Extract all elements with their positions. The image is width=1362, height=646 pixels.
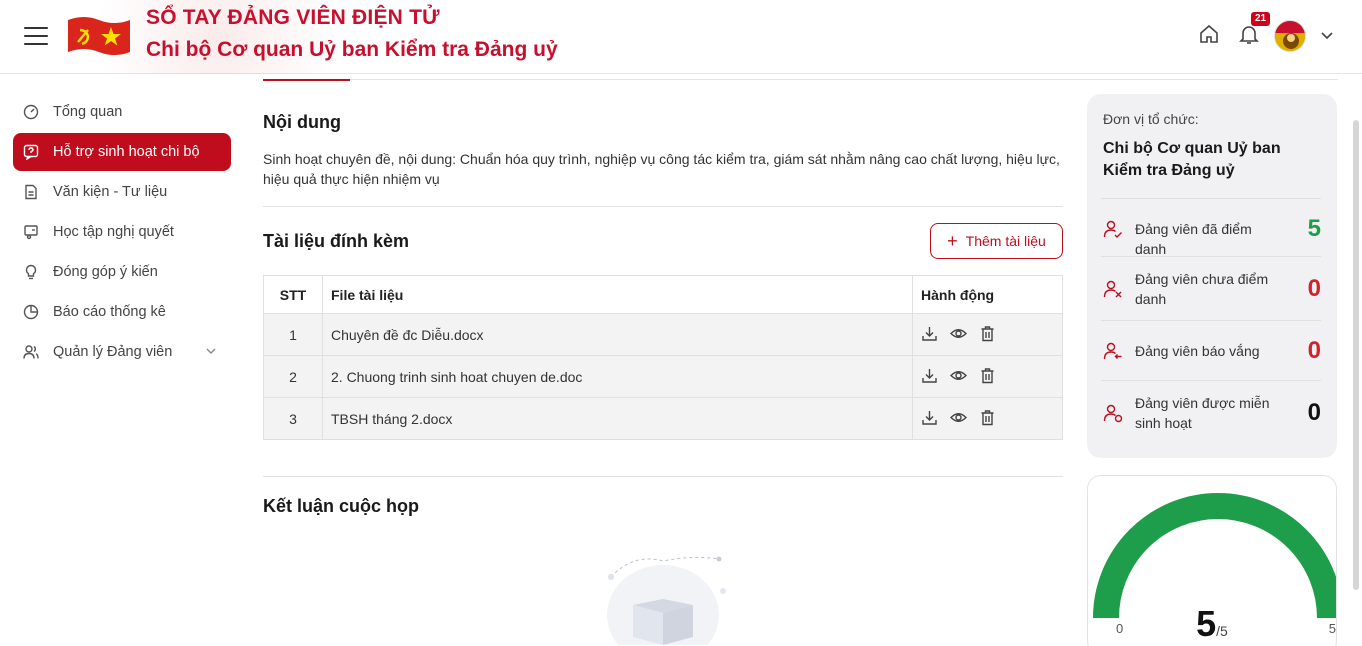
content-title: Nội dung bbox=[263, 112, 341, 132]
column-header-actions: Hành động bbox=[912, 275, 1063, 314]
chevron-down-icon[interactable] bbox=[1320, 28, 1334, 42]
row-file-name[interactable]: TBSH tháng 2.docx bbox=[322, 397, 913, 440]
add-document-button[interactable]: + Thêm tài liệu bbox=[930, 223, 1063, 259]
tab-bar-line bbox=[263, 79, 1338, 80]
row-actions bbox=[912, 397, 1063, 440]
stat-label: Đảng viên báo vắng bbox=[1135, 343, 1260, 359]
user-check-icon bbox=[1103, 220, 1122, 238]
sidebar: Tổng quan Hỗ trợ sinh hoạt chi bộ Văn ki… bbox=[0, 75, 247, 646]
notification-badge: 21 bbox=[1251, 12, 1270, 26]
attachments-table: STT File tài liệu Hành động 1 Chuyên đề … bbox=[263, 275, 1063, 440]
attachments-title: Tài liệu đính kèm bbox=[263, 231, 410, 251]
stat-value: 0 bbox=[1307, 399, 1321, 426]
user-x-icon bbox=[1103, 280, 1122, 298]
main-content: Nội dung Sinh hoạt chuyên đề, nội dung: … bbox=[247, 75, 1338, 646]
stat-row-not-checked: Đảng viên chưa điểm danh 0 bbox=[1101, 256, 1321, 320]
app-header: SỔ TAY ĐẢNG VIÊN ĐIỆN TỬ Chi bộ Cơ quan … bbox=[0, 0, 1362, 74]
attendance-gauge: 0 5 5/5 bbox=[1093, 493, 1336, 644]
sidebar-item-label: Hỗ trợ sinh hoạt chi bộ bbox=[53, 144, 200, 160]
sidebar-item-quan-ly[interactable]: Quản lý Đảng viên bbox=[13, 333, 231, 371]
download-icon[interactable] bbox=[921, 409, 938, 426]
stat-label: Đảng viên đã điểm danh bbox=[1135, 221, 1252, 257]
row-actions bbox=[912, 313, 1063, 356]
pie-chart-icon bbox=[23, 304, 39, 320]
table-row: 1 Chuyên đề đc Diễu.docx bbox=[263, 313, 1063, 356]
attendance-gauge-card: 0 5 5/5 bbox=[1087, 475, 1337, 646]
view-icon[interactable] bbox=[950, 367, 967, 384]
divider bbox=[263, 476, 1063, 477]
table-header-row: STT File tài liệu Hành động bbox=[263, 275, 1063, 314]
help-chat-icon bbox=[23, 144, 39, 160]
stat-row-absent: Đảng viên báo vắng 0 bbox=[1101, 320, 1321, 380]
stat-value: 5 bbox=[1307, 215, 1321, 242]
sidebar-item-label: Văn kiện - Tư liệu bbox=[53, 184, 168, 200]
delete-icon[interactable] bbox=[979, 325, 996, 342]
content-text: Sinh hoạt chuyên đề, nội dung: Chuẩn hóa… bbox=[263, 151, 1060, 187]
row-file-name[interactable]: 2. Chuong trinh sinh hoat chuyen de.doc bbox=[322, 355, 913, 398]
study-icon bbox=[23, 224, 39, 240]
document-icon bbox=[23, 184, 39, 200]
table-row: 2 2. Chuong trinh sinh hoat chuyen de.do… bbox=[263, 355, 1063, 398]
users-icon bbox=[23, 344, 39, 360]
sidebar-item-hoc-tap[interactable]: Học tập nghị quyết bbox=[13, 213, 231, 251]
row-stt: 3 bbox=[263, 397, 323, 440]
gauge-value-number: 5 bbox=[1196, 603, 1216, 644]
sidebar-item-label: Tổng quan bbox=[53, 104, 123, 120]
download-icon[interactable] bbox=[921, 325, 938, 342]
gauge-min-label: 0 bbox=[1116, 621, 1123, 636]
active-tab-indicator bbox=[263, 79, 350, 81]
row-file-name[interactable]: Chuyên đề đc Diễu.docx bbox=[322, 313, 913, 356]
flag-logo bbox=[68, 17, 130, 55]
plus-icon: + bbox=[947, 230, 958, 251]
sidebar-item-label: Đóng góp ý kiến bbox=[53, 264, 158, 280]
sidebar-item-van-kien[interactable]: Văn kiện - Tư liệu bbox=[13, 173, 231, 211]
org-label: Đơn vị tổ chức: bbox=[1103, 111, 1199, 127]
delete-icon[interactable] bbox=[979, 367, 996, 384]
view-icon[interactable] bbox=[950, 409, 967, 426]
chevron-down-icon[interactable] bbox=[205, 345, 217, 357]
lightbulb-icon bbox=[23, 264, 39, 280]
delete-icon[interactable] bbox=[979, 409, 996, 426]
sidebar-item-label: Quản lý Đảng viên bbox=[53, 344, 173, 360]
stat-row-exempt: Đảng viên được miễn sinh hoạt 0 bbox=[1101, 380, 1321, 444]
column-header-file: File tài liệu bbox=[322, 275, 913, 314]
row-actions bbox=[912, 355, 1063, 398]
sidebar-item-ho-tro-sinh-hoat[interactable]: Hỗ trợ sinh hoạt chi bộ bbox=[13, 133, 231, 171]
sidebar-item-tong-quan[interactable]: Tổng quan bbox=[13, 93, 231, 131]
avatar[interactable] bbox=[1274, 20, 1306, 52]
home-icon[interactable] bbox=[1197, 22, 1221, 46]
table-row: 3 TBSH tháng 2.docx bbox=[263, 397, 1063, 440]
gauge-fill bbox=[1093, 493, 1336, 619]
divider bbox=[263, 206, 1063, 207]
app-subtitle: Chi bộ Cơ quan Uỷ ban Kiểm tra Đảng uỷ bbox=[146, 38, 558, 61]
sidebar-item-bao-cao[interactable]: Báo cáo thống kê bbox=[13, 293, 231, 331]
empty-box-illustration bbox=[607, 556, 726, 645]
stat-row-present: Đảng viên đã điểm danh 5 bbox=[1101, 198, 1321, 257]
stat-label: Đảng viên chưa điểm danh bbox=[1135, 271, 1269, 307]
stat-value: 0 bbox=[1307, 275, 1321, 302]
page-scrollbar[interactable] bbox=[1353, 120, 1359, 590]
gauge-max-label: 5 bbox=[1329, 621, 1336, 636]
attendance-stats-card: Đơn vị tổ chức: Chi bộ Cơ quan Uỷ ban Ki… bbox=[1087, 94, 1337, 458]
org-name: Chi bộ Cơ quan Uỷ ban Kiểm tra Đảng uỷ bbox=[1103, 140, 1281, 179]
column-header-stt: STT bbox=[263, 275, 323, 314]
dashboard-icon bbox=[23, 104, 39, 120]
add-document-label: Thêm tài liệu bbox=[965, 233, 1046, 249]
row-stt: 2 bbox=[263, 355, 323, 398]
gauge-value: 5/5 bbox=[1196, 603, 1228, 644]
user-exempt-icon bbox=[1103, 404, 1123, 423]
row-stt: 1 bbox=[263, 313, 323, 356]
menu-icon[interactable] bbox=[24, 27, 48, 45]
sidebar-item-label: Báo cáo thống kê bbox=[53, 304, 166, 320]
sidebar-item-dong-gop[interactable]: Đóng góp ý kiến bbox=[13, 253, 231, 291]
conclusion-title: Kết luận cuộc họp bbox=[263, 496, 420, 516]
user-arrow-icon bbox=[1103, 342, 1122, 360]
stat-value: 0 bbox=[1307, 337, 1321, 364]
sidebar-item-label: Học tập nghị quyết bbox=[53, 224, 174, 240]
stat-label: Đảng viên được miễn sinh hoạt bbox=[1135, 395, 1270, 431]
download-icon[interactable] bbox=[921, 367, 938, 384]
gauge-value-total: /5 bbox=[1216, 623, 1228, 639]
view-icon[interactable] bbox=[950, 325, 967, 342]
app-title: SỔ TAY ĐẢNG VIÊN ĐIỆN TỬ bbox=[146, 6, 440, 29]
